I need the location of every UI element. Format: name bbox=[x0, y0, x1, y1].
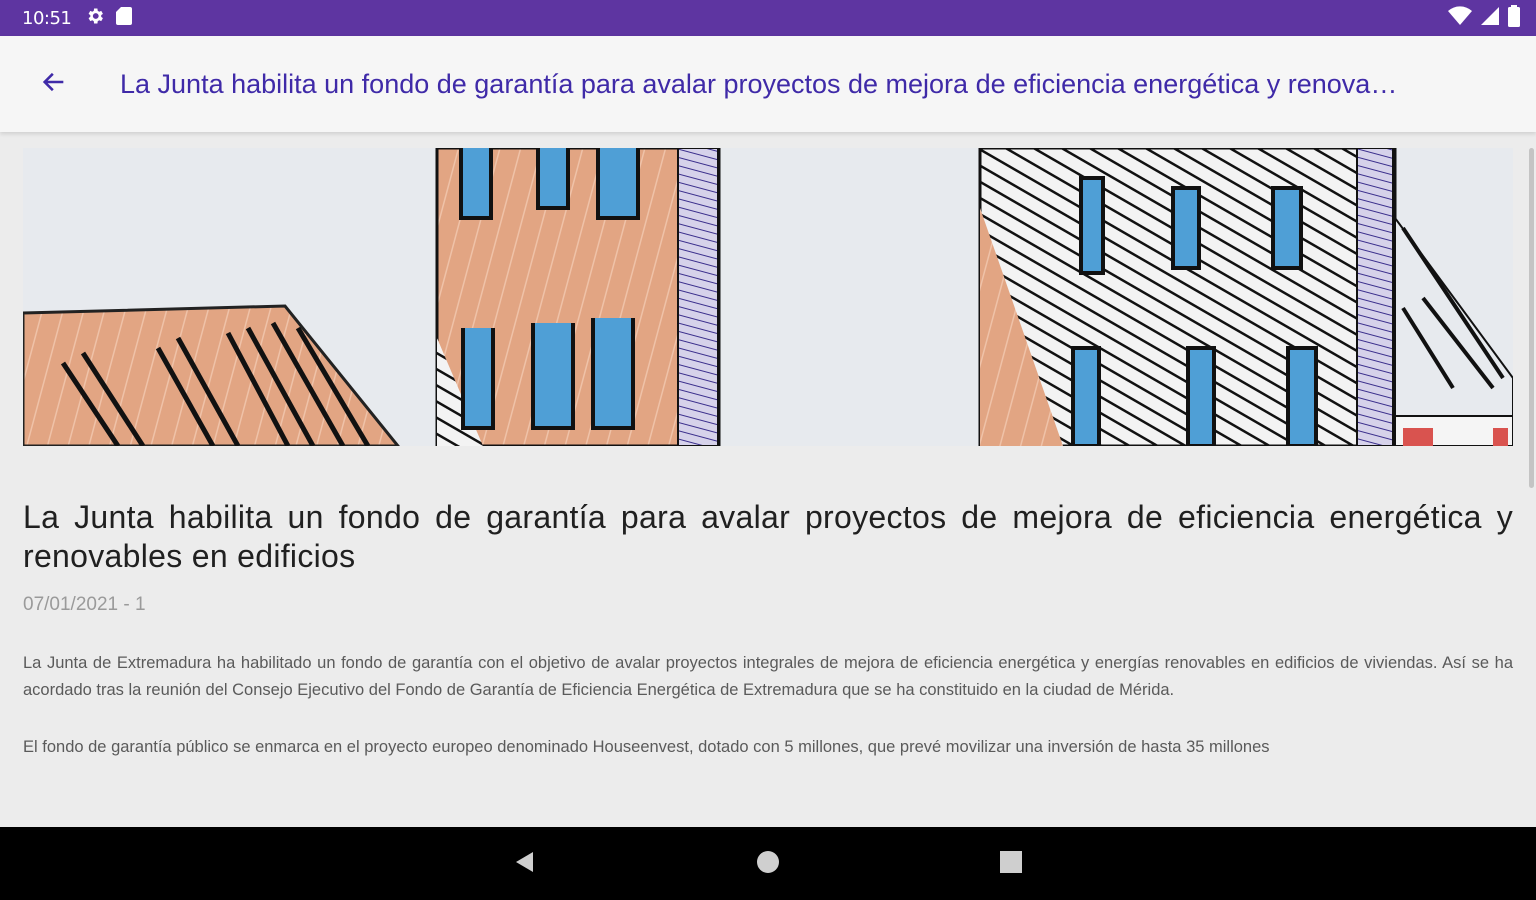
scrollbar[interactable] bbox=[1529, 148, 1534, 488]
status-time: 10:51 bbox=[22, 7, 72, 29]
wifi-icon bbox=[1448, 5, 1472, 31]
app-bar-title: La Junta habilita un fondo de garantía p… bbox=[120, 68, 1410, 99]
navigation-bar bbox=[0, 827, 1536, 900]
home-circle-icon bbox=[756, 850, 780, 879]
article-hero-image bbox=[23, 148, 1513, 446]
hero-illustration bbox=[23, 148, 1513, 446]
status-left-icons bbox=[85, 6, 133, 31]
app-bar: La Junta habilita un fondo de garantía p… bbox=[0, 36, 1536, 132]
back-triangle-icon bbox=[513, 850, 537, 879]
arrow-left-icon bbox=[40, 68, 68, 101]
recents-square-icon bbox=[999, 850, 1023, 879]
signal-icon bbox=[1480, 6, 1500, 31]
article-title: La Junta habilita un fondo de garantía p… bbox=[23, 499, 1513, 574]
article-paragraph: La Junta de Extremadura ha habilitado un… bbox=[23, 654, 1513, 699]
battery-icon bbox=[1508, 4, 1520, 32]
nav-home-button[interactable] bbox=[753, 849, 783, 879]
article-body: La Junta de Extremadura ha habilitado un… bbox=[23, 650, 1513, 791]
status-bar: 10:51 bbox=[0, 0, 1536, 36]
back-button[interactable] bbox=[26, 56, 82, 112]
nav-back-button[interactable] bbox=[510, 849, 540, 879]
article-paragraph: El fondo de garantía público se enmarca … bbox=[23, 738, 1270, 756]
gear-icon bbox=[85, 6, 105, 31]
article-date: 07/01/2021 - 1 bbox=[23, 594, 146, 615]
nav-recents-button[interactable] bbox=[996, 849, 1026, 879]
article-content[interactable]: La Junta habilita un fondo de garantía p… bbox=[0, 132, 1536, 827]
sd-card-icon bbox=[115, 6, 133, 31]
status-right-icons bbox=[1448, 4, 1520, 32]
